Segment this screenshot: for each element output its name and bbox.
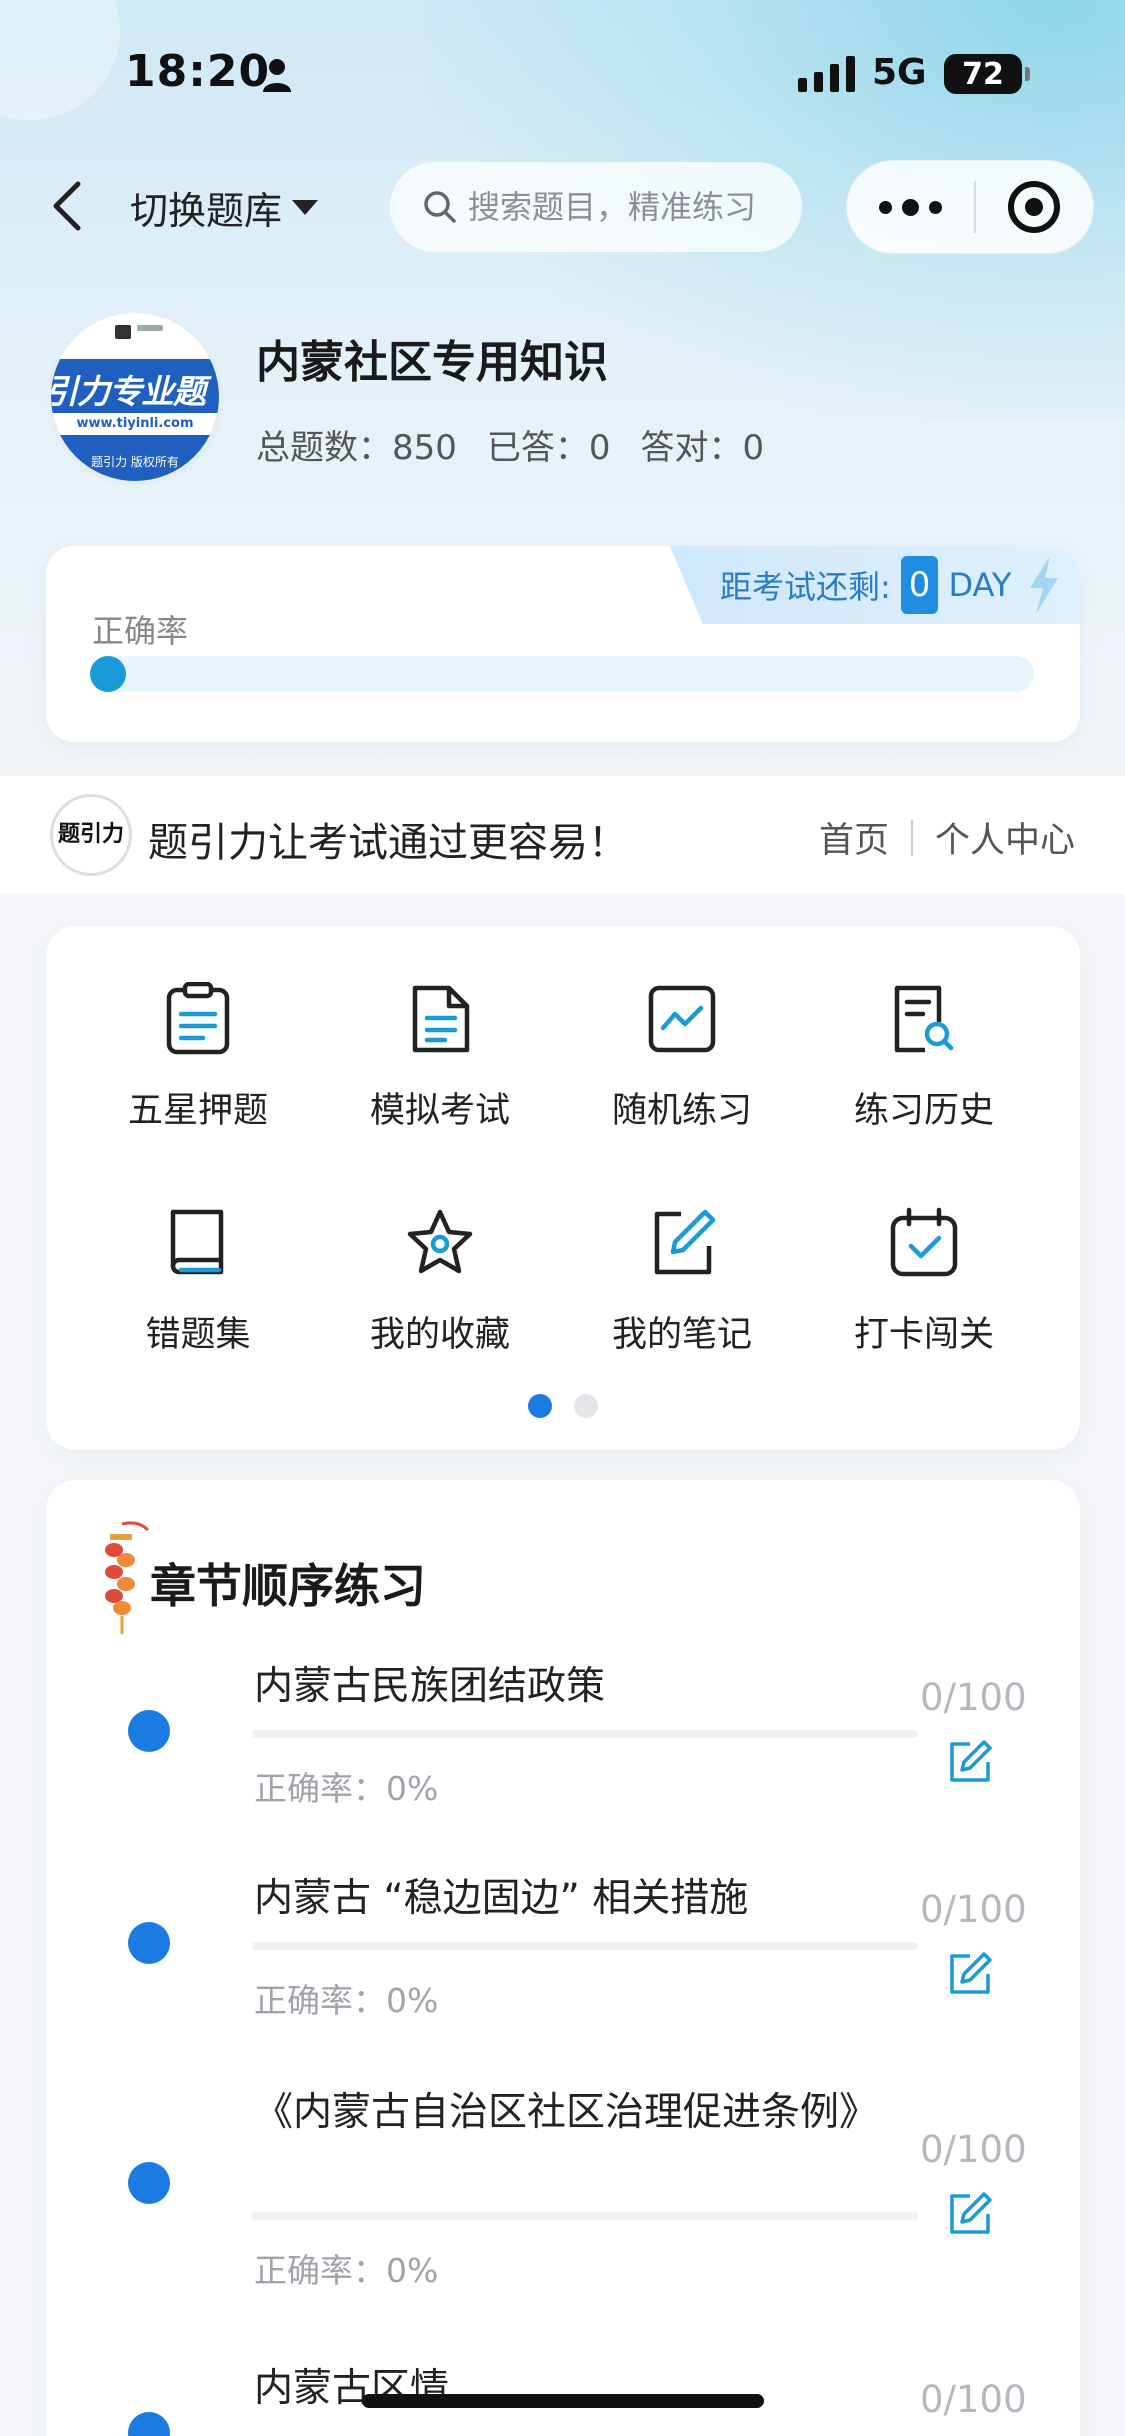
calendar-check-icon bbox=[890, 1207, 958, 1277]
menu-label: 随机练习 bbox=[611, 1091, 752, 1131]
edit-icon[interactable] bbox=[948, 1740, 992, 1784]
chapter-count: 0/100 bbox=[920, 1676, 1027, 1719]
lightning-icon bbox=[1030, 556, 1058, 614]
chapter-progress-bar bbox=[252, 1730, 918, 1738]
correct-count: 答对：0 bbox=[640, 428, 765, 468]
edit-note-icon bbox=[654, 1209, 716, 1275]
caret-down-icon bbox=[292, 200, 319, 215]
menu-pager bbox=[46, 1394, 1080, 1418]
book-icon bbox=[170, 1209, 224, 1275]
chapter-row[interactable]: 内蒙古 “稳边固边” 相关措施 正确率：0% 0/100 bbox=[46, 1870, 1080, 2080]
status-bar: 18:20 5G 72 bbox=[0, 0, 1125, 150]
search-bar[interactable] bbox=[390, 162, 802, 252]
menu-item-favorites[interactable]: 我的收藏 bbox=[320, 1206, 560, 1406]
profile-link[interactable]: 个人中心 bbox=[935, 812, 1075, 863]
back-arrow-icon[interactable] bbox=[48, 178, 88, 234]
chapter-accuracy: 正确率：0% bbox=[254, 1981, 439, 2020]
history-search-icon bbox=[894, 985, 954, 1053]
menu-item-mock-exam[interactable]: 模拟考试 bbox=[320, 982, 560, 1182]
target-circle-icon bbox=[1008, 181, 1061, 233]
switch-bank-dropdown[interactable]: 切换题库 bbox=[130, 180, 319, 235]
firecracker-icon bbox=[105, 1521, 150, 1634]
chapter-progress-bar bbox=[252, 1942, 918, 1950]
switch-bank-label: 切换题库 bbox=[130, 189, 283, 233]
chapter-row[interactable]: 内蒙古民族团结政策 正确率：0% 0/100 bbox=[46, 1658, 1080, 1868]
chapter-name: 《内蒙古自治区社区治理促进条例》 bbox=[254, 2090, 879, 2135]
more-dot-icon bbox=[901, 198, 919, 216]
menu-label: 错题集 bbox=[145, 1315, 251, 1355]
search-input[interactable] bbox=[468, 188, 768, 226]
accuracy-label: 正确率 bbox=[92, 612, 189, 650]
bank-title: 内蒙社区专用知识 bbox=[256, 337, 608, 388]
star-icon bbox=[407, 1209, 473, 1274]
chapter-row[interactable]: 《内蒙古自治区社区治理促进条例》 正确率：0% 0/100 bbox=[46, 2084, 1080, 2344]
accuracy-progress-bar bbox=[90, 656, 1034, 692]
chapter-accuracy: 正确率：0% bbox=[254, 2251, 439, 2290]
status-time: 18:20 bbox=[125, 46, 271, 97]
menu-item-random-practice[interactable]: 随机练习 bbox=[562, 982, 802, 1182]
document-icon bbox=[412, 985, 470, 1053]
chapter-count: 0/100 bbox=[920, 1888, 1027, 1931]
edit-icon[interactable] bbox=[948, 1952, 992, 1996]
edit-icon[interactable] bbox=[948, 2192, 992, 2236]
signal-icon bbox=[798, 56, 855, 92]
chapter-count: 0/100 bbox=[920, 2378, 1027, 2421]
chapter-practice-card: 章节顺序练习 内蒙古民族团结政策 正确率：0% 0/100 内蒙古 “稳边固边”… bbox=[46, 1480, 1080, 2436]
pager-dot-active[interactable] bbox=[528, 1394, 552, 1418]
more-dot-icon bbox=[928, 200, 942, 214]
exam-countdown-unit: DAY bbox=[948, 566, 1012, 604]
menu-item-five-star[interactable]: 五星押题 bbox=[78, 982, 318, 1182]
menu-label: 模拟考试 bbox=[369, 1091, 510, 1131]
chapter-dot bbox=[128, 2412, 170, 2436]
slogan-links: 首页 个人中心 bbox=[819, 812, 1075, 863]
menu-item-history[interactable]: 练习历史 bbox=[804, 982, 1044, 1182]
link-divider bbox=[910, 819, 913, 856]
network-type: 5G bbox=[872, 52, 927, 93]
chapter-name: 内蒙古区情 bbox=[254, 2366, 450, 2411]
home-link[interactable]: 首页 bbox=[819, 812, 889, 863]
bank-logo: 引力专业题 www.tiyinli.com 题引力 版权所有 bbox=[46, 308, 224, 486]
exam-countdown-days: 0 bbox=[900, 556, 939, 614]
more-options-button[interactable] bbox=[847, 160, 974, 254]
chapter-dot bbox=[128, 1710, 170, 1752]
chapter-section-title: 章节顺序练习 bbox=[150, 1559, 426, 1613]
menu-item-checkin[interactable]: 打卡闯关 bbox=[804, 1206, 1044, 1406]
exam-countdown-label: 距考试还剩: bbox=[720, 568, 891, 606]
feature-menu-card: 五星押题 模拟考试 随机练习 练习历史 错题集 我的收藏 我的笔记 打卡闯关 bbox=[46, 926, 1080, 1450]
chapter-progress-bar bbox=[252, 2212, 918, 2220]
brand-logo: 题引力 bbox=[50, 794, 132, 876]
chapter-count: 0/100 bbox=[920, 2128, 1027, 2171]
clipboard-icon bbox=[166, 982, 230, 1055]
chapter-accuracy: 正确率：0% bbox=[254, 1769, 439, 1808]
accuracy-card: 距考试还剩: 0 DAY 正确率 bbox=[46, 546, 1080, 742]
menu-item-wrong-questions[interactable]: 错题集 bbox=[78, 1206, 318, 1406]
menu-item-notes[interactable]: 我的笔记 bbox=[562, 1206, 802, 1406]
menu-label: 我的收藏 bbox=[369, 1315, 510, 1355]
chapter-dot bbox=[128, 1922, 170, 1964]
person-icon bbox=[263, 59, 291, 92]
chapter-name: 内蒙古 “稳边固边” 相关措施 bbox=[254, 1876, 749, 1921]
battery-indicator: 72 bbox=[944, 54, 1030, 94]
chapter-name: 内蒙古民族团结政策 bbox=[254, 1664, 606, 1709]
menu-label: 五星押题 bbox=[127, 1091, 268, 1131]
accuracy-progress-indicator bbox=[90, 656, 126, 692]
trend-chart-icon bbox=[648, 985, 716, 1053]
miniprogram-capsule bbox=[846, 160, 1094, 254]
more-dot-icon bbox=[878, 200, 892, 214]
bank-stats: 总题数：850 已答：0 答对：0 bbox=[256, 420, 764, 469]
chapter-dot bbox=[128, 2162, 170, 2204]
menu-label: 打卡闯关 bbox=[853, 1315, 994, 1355]
home-indicator[interactable] bbox=[362, 2394, 764, 2408]
slogan-text: 题引力让考试通过更容易！ bbox=[148, 820, 628, 866]
close-miniprogram-button[interactable] bbox=[976, 160, 1093, 254]
pager-dot[interactable] bbox=[574, 1394, 598, 1418]
menu-label: 练习历史 bbox=[853, 1091, 994, 1131]
slogan-bar: 题引力 题引力让考试通过更容易！ 首页 个人中心 bbox=[0, 776, 1125, 894]
menu-label: 我的笔记 bbox=[611, 1315, 752, 1355]
answered-count: 已答：0 bbox=[486, 428, 611, 468]
exam-countdown-badge: 距考试还剩: 0 DAY bbox=[670, 546, 1080, 624]
search-icon bbox=[424, 191, 456, 223]
total-questions: 总题数：850 bbox=[256, 428, 457, 468]
